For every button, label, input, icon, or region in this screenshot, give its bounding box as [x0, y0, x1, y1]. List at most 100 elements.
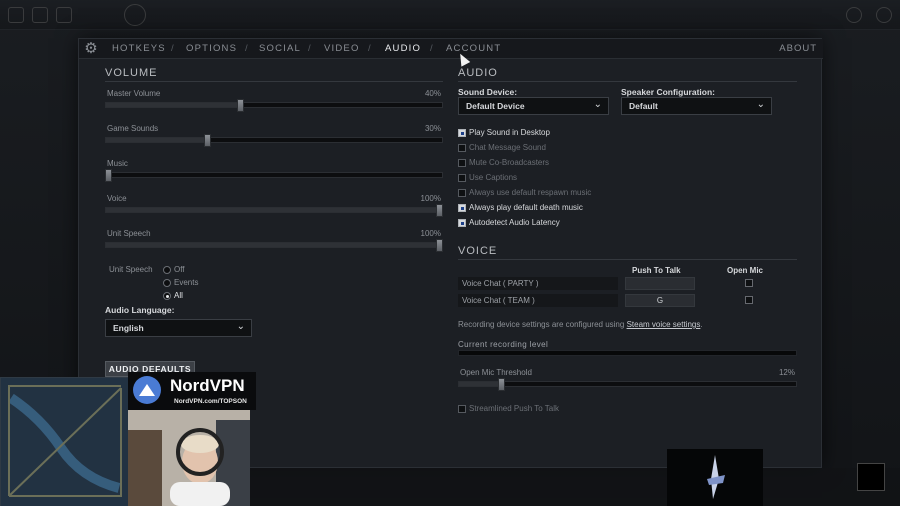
sponsor-banner: NordVPN NordVPN.com/TOPSON — [128, 372, 256, 410]
speaker-config-select[interactable]: Default ⌄ — [621, 97, 772, 115]
checkbox-streamlined-push-to-talk[interactable]: Streamlined Push To Talk — [458, 404, 658, 416]
tab-account[interactable]: ACCOUNT — [446, 43, 501, 54]
slider-track[interactable] — [105, 137, 443, 143]
profile-icon — [846, 7, 862, 23]
about-link[interactable]: ABOUT — [779, 43, 817, 54]
webcam-graphic — [128, 410, 250, 506]
slider-track[interactable] — [105, 172, 443, 178]
tab-options[interactable]: OPTIONS — [186, 43, 237, 54]
slider-track[interactable] — [458, 381, 797, 387]
tab-audio[interactable]: AUDIO — [385, 43, 421, 54]
sound-device-select[interactable]: Default Device ⌄ — [458, 97, 609, 115]
settings-gear-icon[interactable]: ⚙ — [83, 41, 99, 57]
slider-label: Music — [107, 159, 128, 168]
chevron-down-icon: ⌄ — [236, 321, 245, 332]
slider-track[interactable] — [105, 242, 443, 248]
checkbox-box[interactable] — [458, 144, 466, 152]
checkbox-box[interactable] — [458, 159, 466, 167]
info-text-prefix: Recording device settings are configured… — [458, 320, 625, 329]
gear-icon — [876, 7, 892, 23]
slider-track[interactable] — [105, 207, 443, 213]
stream-logo-graphic — [707, 455, 725, 499]
audio-language-select[interactable]: English ⌄ — [105, 319, 252, 337]
checkbox-box[interactable] — [458, 129, 466, 137]
webcam-feed — [128, 410, 250, 506]
game-screen: ⚙ HOTKEYS / OPTIONS / SOCIAL / VIDEO / A… — [0, 0, 900, 506]
checkbox-label: Always play default death music — [469, 203, 583, 212]
checkbox-box[interactable] — [458, 204, 466, 212]
slider-value: 12% — [778, 368, 795, 377]
settings-icon — [32, 7, 48, 23]
checkbox-box[interactable] — [458, 174, 466, 182]
unit-speech-slider[interactable]: Unit Speech 100% — [105, 229, 443, 259]
radio-label: Events — [174, 278, 199, 287]
radio-unit-speech-events[interactable]: Events — [163, 278, 243, 289]
slider-thumb[interactable] — [436, 239, 443, 252]
voice-slider[interactable]: Voice 100% — [105, 194, 443, 224]
slider-thumb[interactable] — [237, 99, 244, 112]
tab-separator: / — [430, 43, 433, 54]
audio-language-label: Audio Language: — [105, 305, 175, 315]
recording-settings-info: Recording device settings are configured… — [458, 320, 703, 329]
slider-track[interactable] — [105, 102, 443, 108]
tab-social[interactable]: SOCIAL — [259, 43, 301, 54]
slider-label: Unit Speech — [107, 229, 151, 238]
checkbox-autodetect-audio-latency[interactable]: Autodetect Audio Latency — [458, 218, 658, 230]
unit-speech-caption: Unit Speech — [109, 265, 153, 274]
slider-fill — [106, 103, 241, 107]
recording-level-label: Current recording level — [458, 340, 549, 349]
channel-badge — [857, 463, 885, 491]
open-mic-threshold-slider[interactable]: Open Mic Threshold 12% — [458, 368, 797, 398]
checkbox-box[interactable] — [458, 405, 466, 413]
settings-tabs: ⚙ HOTKEYS / OPTIONS / SOCIAL / VIDEO / A… — [79, 39, 823, 59]
game-top-bar — [0, 0, 900, 30]
game-sounds-slider[interactable]: Game Sounds 30% — [105, 124, 443, 154]
slider-label: Open Mic Threshold — [460, 368, 532, 377]
tab-video[interactable]: VIDEO — [324, 43, 360, 54]
steam-voice-settings-link[interactable]: Steam voice settings — [627, 320, 701, 329]
slider-value: 30% — [424, 124, 441, 133]
slider-thumb[interactable] — [436, 204, 443, 217]
slider-fill — [106, 243, 442, 247]
radio-dot[interactable] — [163, 266, 171, 274]
slider-thumb[interactable] — [498, 378, 505, 391]
section-divider — [458, 81, 797, 82]
select-value: Default — [629, 101, 658, 111]
checkbox-label: Autodetect Audio Latency — [469, 218, 560, 227]
dota-logo-icon — [124, 4, 146, 26]
select-value: Default Device — [466, 101, 525, 111]
slider-thumb[interactable] — [204, 134, 211, 147]
checkbox-label: Streamlined Push To Talk — [469, 404, 559, 413]
chevron-down-icon: ⌄ — [593, 99, 602, 110]
voice-chat-party-open-mic-checkbox[interactable] — [745, 279, 753, 287]
sponsor-url: NordVPN.com/TOPSON — [174, 398, 247, 405]
voice-section-title: VOICE — [458, 245, 498, 257]
checkbox-use-captions[interactable]: Use Captions — [458, 173, 658, 185]
checkbox-box[interactable] — [458, 189, 466, 197]
radio-unit-speech-off[interactable]: Off — [163, 265, 243, 276]
recording-level-bar — [458, 350, 797, 356]
voice-chat-team-keybind[interactable]: G — [625, 294, 695, 307]
slider-fill — [459, 382, 500, 386]
voice-chat-party-keybind[interactable] — [625, 277, 695, 290]
checkbox-default-respawn-music[interactable]: Always use default respawn music — [458, 188, 658, 200]
menu-icon — [8, 7, 24, 23]
slider-thumb[interactable] — [105, 169, 112, 182]
slider-label: Master Volume — [107, 89, 161, 98]
voice-chat-team-open-mic-checkbox[interactable] — [745, 296, 753, 304]
checkbox-play-sound-in-desktop[interactable]: Play Sound in Desktop — [458, 128, 658, 140]
radio-dot[interactable] — [163, 292, 171, 300]
checkbox-mute-co-broadcasters[interactable]: Mute Co-Broadcasters — [458, 158, 658, 170]
radio-unit-speech-all[interactable]: All — [163, 291, 243, 302]
radio-dot[interactable] — [163, 279, 171, 287]
tab-hotkeys[interactable]: HOTKEYS — [112, 43, 166, 54]
checkbox-chat-message-sound[interactable]: Chat Message Sound — [458, 143, 658, 155]
checkbox-label: Use Captions — [469, 173, 518, 182]
stream-logo — [667, 449, 763, 506]
checkbox-box[interactable] — [458, 219, 466, 227]
music-slider[interactable]: Music — [105, 159, 443, 189]
checkbox-default-death-music[interactable]: Always play default death music — [458, 203, 658, 215]
open-mic-header: Open Mic — [727, 266, 764, 275]
select-value: English — [113, 323, 144, 333]
master-volume-slider[interactable]: Master Volume 40% — [105, 89, 443, 119]
